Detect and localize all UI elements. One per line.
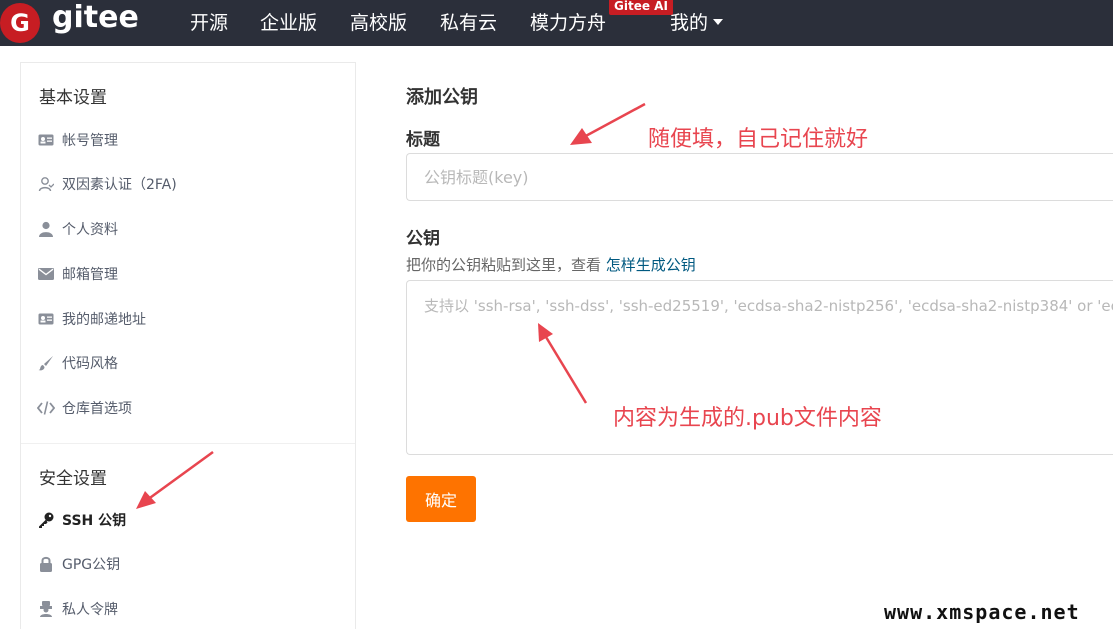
sidebar-item-label: 双因素认证（2FA) <box>62 177 177 193</box>
sidebar-item-account[interactable]: 帐号管理 <box>37 129 118 151</box>
how-to-generate-key-link[interactable]: 怎样生成公钥 <box>606 256 696 274</box>
sidebar-item-label: GPG公钥 <box>62 557 121 573</box>
nav-open-source[interactable]: 开源 <box>190 8 228 35</box>
nav-private-cloud[interactable]: 私有云 <box>440 8 497 35</box>
lock-icon <box>37 556 55 572</box>
nav-mine[interactable]: 我的 <box>670 8 724 35</box>
token-icon <box>37 601 55 617</box>
sidebar-item-label: 邮箱管理 <box>62 267 118 283</box>
public-key-hint-text: 把你的公钥粘贴到这里，查看 <box>406 256 606 274</box>
add-key-heading: 添加公钥 <box>406 87 478 108</box>
sidebar-item-ssh-key[interactable]: SSH 公钥 <box>37 509 126 531</box>
title-annotation: 随便填，自己记住就好 <box>648 127 869 152</box>
sidebar-item-label: 代码风格 <box>62 356 118 372</box>
sidebar-divider <box>21 443 355 444</box>
gitee-ai-badge[interactable]: Gitee AI <box>609 0 673 15</box>
gitee-logo-icon: G <box>0 3 40 43</box>
watermark: www.xmspace.net <box>884 600 1080 624</box>
sidebar-item-repo-prefs[interactable]: 仓库首选项 <box>37 397 132 419</box>
nav-mine-label: 我的 <box>670 12 709 34</box>
sidebar-item-label: SSH 公钥 <box>62 513 127 529</box>
sidebar-item-label: 仓库首选项 <box>62 401 132 417</box>
id-card-icon <box>37 132 55 148</box>
sidebar-item-code-style[interactable]: 代码风格 <box>37 352 118 374</box>
code-icon <box>37 400 55 416</box>
envelope-icon <box>37 266 55 282</box>
sidebar-item-2fa[interactable]: 双因素认证（2FA) <box>37 173 177 195</box>
title-label: 标题 <box>406 130 440 150</box>
key-icon <box>37 512 55 528</box>
nav-education[interactable]: 高校版 <box>350 8 407 35</box>
sidebar-item-email[interactable]: 邮箱管理 <box>37 263 118 285</box>
settings-sidebar: 基本设置 帐号管理 双因素认证（2FA) 个人资料 邮箱管理 我的邮递地址 代码… <box>20 62 356 629</box>
address-card-icon <box>37 311 55 327</box>
sidebar-item-profile[interactable]: 个人资料 <box>37 218 118 240</box>
key-annotation: 内容为生成的.pub文件内容 <box>613 406 882 431</box>
confirm-button[interactable]: 确定 <box>406 476 476 522</box>
user-icon <box>37 221 55 237</box>
top-navbar: G gitee 开源 企业版 高校版 私有云 模力方舟 Gitee AI 我的 <box>0 0 1113 46</box>
sidebar-item-label: 私人令牌 <box>62 602 118 618</box>
sidebar-item-label: 个人资料 <box>62 222 118 238</box>
gitee-logo-text: gitee <box>52 0 139 35</box>
title-arrow <box>570 102 646 145</box>
gitee-logo[interactable]: G gitee <box>0 0 139 46</box>
chevron-down-icon <box>713 18 724 25</box>
public-key-hint: 把你的公钥粘贴到这里，查看 怎样生成公钥 <box>406 254 696 275</box>
security-settings-title: 安全设置 <box>39 469 107 489</box>
sidebar-item-address[interactable]: 我的邮递地址 <box>37 308 146 330</box>
basic-settings-title: 基本设置 <box>39 88 107 108</box>
sidebar-item-label: 帐号管理 <box>62 133 118 149</box>
sidebar-item-private-token[interactable]: 私人令牌 <box>37 598 118 620</box>
sidebar-item-label: 我的邮递地址 <box>62 312 146 328</box>
sidebar-item-gpg-key[interactable]: GPG公钥 <box>37 553 120 575</box>
public-key-label: 公钥 <box>406 229 440 249</box>
nav-enterprise[interactable]: 企业版 <box>260 8 317 35</box>
user-outline-icon <box>37 176 55 192</box>
nav-moli[interactable]: 模力方舟 <box>530 8 606 35</box>
key-title-input[interactable] <box>406 153 1113 201</box>
brush-icon <box>37 355 55 371</box>
